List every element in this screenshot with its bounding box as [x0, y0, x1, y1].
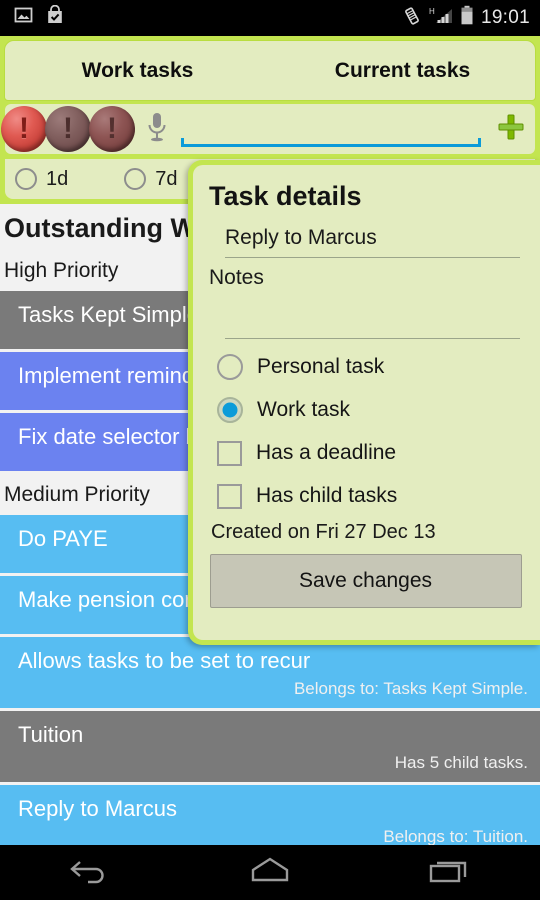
radio-unchecked-icon[interactable]	[124, 168, 147, 190]
nav-recents-button[interactable]	[360, 854, 540, 891]
exclamation-icon: !	[19, 112, 29, 145]
image-icon	[14, 6, 33, 30]
input-underline	[181, 138, 481, 147]
notes-label: Notes	[209, 266, 264, 289]
new-task-input-wrapper[interactable]	[181, 107, 481, 151]
recurrence-option-7d[interactable]: 7d	[124, 167, 178, 191]
has-child-tasks-label: Has child tasks	[256, 484, 398, 507]
has-deadline-checkbox[interactable]	[217, 440, 242, 466]
has-child-tasks-option[interactable]: Has child tasks	[217, 478, 524, 514]
recurrence-option-1d[interactable]: 1d	[15, 168, 68, 191]
tab-work-tasks[interactable]: Work tasks	[5, 41, 270, 100]
status-left-icons	[14, 4, 65, 31]
nav-back-button[interactable]	[0, 854, 180, 891]
task-row-subtitle: Belongs to: Tuition.	[383, 827, 528, 845]
status-clock: 19:01	[480, 7, 530, 28]
personal-task-label: Personal task	[257, 355, 385, 378]
shopping-bag-check-icon	[45, 4, 65, 31]
work-task-label: Work task	[257, 398, 350, 421]
android-screen: H 19:01 Outstanding Work tasks High Prio…	[0, 0, 540, 900]
work-task-radio[interactable]	[217, 397, 243, 423]
task-name-value: Reply to Marcus	[225, 226, 377, 249]
table-row[interactable]: Allows tasks to be set to recur Belongs …	[0, 637, 540, 708]
back-arrow-icon	[67, 854, 113, 891]
has-child-tasks-checkbox[interactable]	[217, 483, 242, 509]
svg-text:H: H	[429, 7, 435, 16]
nav-home-button[interactable]	[180, 854, 360, 891]
has-deadline-label: Has a deadline	[256, 441, 397, 464]
recent-apps-icon	[425, 854, 475, 891]
tab-bar-container: Work tasks Current tasks	[0, 36, 540, 101]
vibrate-icon	[402, 6, 422, 31]
signal-h-icon: H	[429, 6, 453, 31]
dialog-title: Task details	[209, 181, 362, 211]
exclamation-icon: !	[63, 112, 73, 145]
priority-low-button[interactable]: !	[89, 106, 135, 152]
task-details-dialog-body: Task details Reply to Marcus Notes Perso…	[193, 165, 540, 640]
save-changes-button[interactable]: Save changes	[209, 554, 522, 608]
radio-unchecked-icon[interactable]	[15, 168, 37, 190]
voice-input-button[interactable]	[135, 106, 179, 152]
notes-value	[225, 318, 520, 326]
task-row-title: Reply to Marcus	[18, 796, 177, 821]
recurrence-label-7d: 7d	[155, 167, 178, 190]
exclamation-icon: !	[107, 112, 117, 145]
priority-high-button[interactable]: !	[1, 106, 47, 152]
battery-icon	[460, 5, 474, 31]
priority-medium-button[interactable]: !	[45, 106, 91, 152]
personal-task-radio[interactable]	[217, 354, 243, 380]
table-row[interactable]: Tuition Has 5 child tasks.	[0, 711, 540, 782]
has-deadline-option[interactable]: Has a deadline	[217, 435, 524, 471]
table-row[interactable]: Reply to Marcus Belongs to: Tuition.	[0, 785, 540, 845]
recurrence-label-1d: 1d	[46, 167, 69, 190]
navigation-bar	[0, 845, 540, 900]
microphone-icon	[144, 110, 170, 149]
status-right-icons: H 19:01	[402, 5, 530, 31]
new-task-input[interactable]	[183, 122, 479, 144]
personal-task-option[interactable]: Personal task	[217, 349, 524, 385]
tab-bar: Work tasks Current tasks	[4, 40, 536, 101]
new-task-toolbar-inner: ! ! !	[1, 104, 535, 154]
task-row-subtitle: Belongs to: Tasks Kept Simple.	[293, 679, 528, 698]
tab-current-tasks[interactable]: Current tasks	[270, 41, 535, 100]
notes-field[interactable]	[225, 318, 520, 339]
task-details-dialog: Task details Reply to Marcus Notes Perso…	[188, 160, 540, 645]
task-row-title: Allows tasks to be set to recur	[18, 648, 311, 673]
task-name-field[interactable]: Reply to Marcus	[225, 224, 520, 258]
task-row-title: Tuition	[18, 722, 84, 747]
created-on-text: Created on Fri 27 Dec 13	[211, 521, 436, 543]
add-task-button[interactable]	[491, 107, 531, 151]
plus-icon	[495, 111, 527, 148]
work-task-option[interactable]: Work task	[217, 392, 524, 428]
home-icon	[242, 854, 298, 891]
task-row-subtitle: Has 5 child tasks.	[394, 753, 528, 772]
new-task-toolbar: ! ! !	[0, 101, 540, 157]
status-bar: H 19:01	[0, 0, 540, 36]
